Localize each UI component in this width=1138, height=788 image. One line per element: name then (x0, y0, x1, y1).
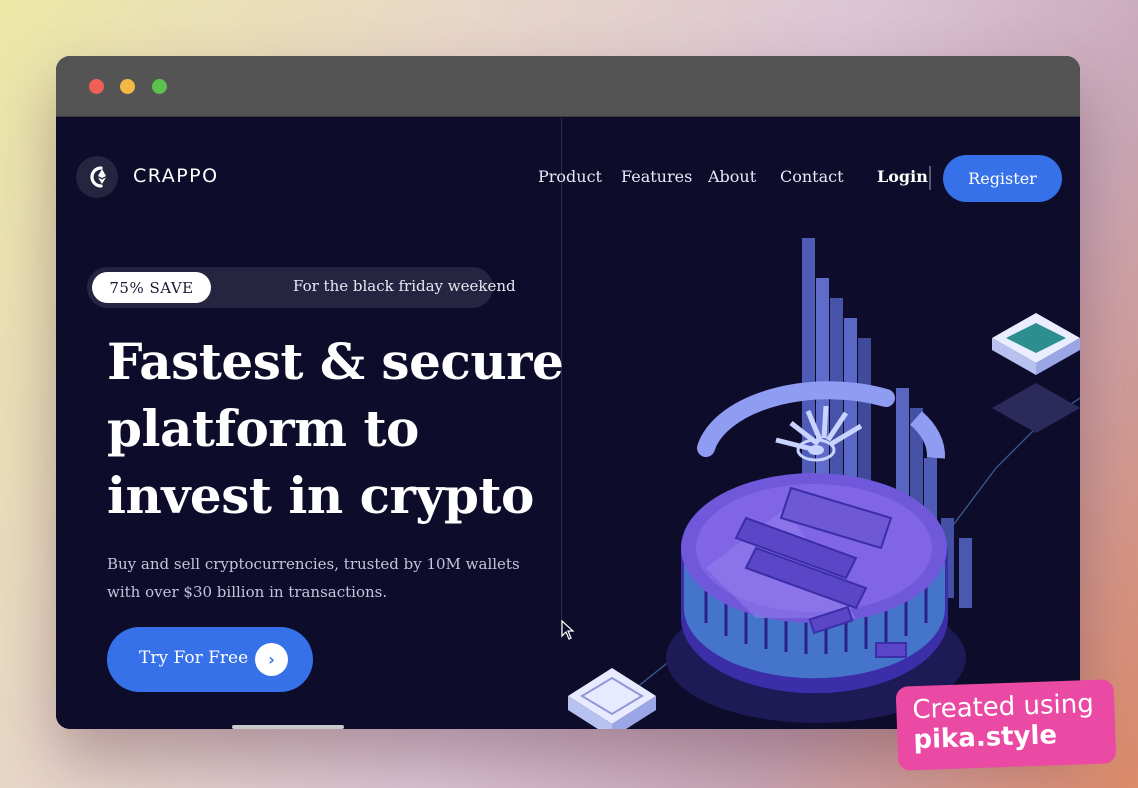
cta-label: Try For Free (139, 648, 249, 668)
window-titlebar (56, 56, 1080, 117)
nav-contact-link[interactable]: Contact (780, 167, 844, 186)
watermark-line-2: pika.style (912, 720, 1058, 756)
hero-title-line-3: invest in crypto (107, 466, 534, 525)
pika-watermark: Created using pika.style (895, 679, 1117, 771)
hero-title-line-1: Fastest & secure (107, 332, 564, 391)
crappo-logo-icon[interactable] (76, 156, 118, 198)
hero-subtitle: Buy and sell cryptocurrencies, trusted b… (107, 555, 520, 601)
hero-title-line-2: platform to (107, 399, 419, 458)
hero-title: Fastest & secure platform to invest in c… (107, 328, 564, 529)
chevron-right-icon: › (255, 643, 288, 676)
brand-name[interactable]: CRAPPO (133, 165, 219, 187)
promo-text: For the black friday weekend (293, 277, 516, 295)
nav-features-link[interactable]: Features (621, 167, 692, 186)
nav-divider (929, 166, 931, 190)
browser-window: CRAPPO Product Features About Contact Lo… (56, 56, 1080, 729)
nav-about-link[interactable]: About (708, 167, 756, 186)
nav-product-link[interactable]: Product (538, 167, 602, 186)
register-button[interactable]: Register (943, 155, 1062, 202)
horizontal-scrollbar[interactable] (232, 725, 344, 729)
promo-badge: 75% SAVE (92, 272, 211, 303)
landing-page: CRAPPO Product Features About Contact Lo… (56, 118, 1080, 729)
promo-banner[interactable]: 75% SAVE For the black friday weekend (87, 267, 516, 308)
close-window-button[interactable] (89, 79, 104, 94)
maximize-window-button[interactable] (152, 79, 167, 94)
login-link[interactable]: Login (877, 167, 928, 186)
try-for-free-button[interactable]: Try For Free › (107, 627, 313, 692)
bitcoin-coin-illustration (568, 238, 1080, 729)
minimize-window-button[interactable] (120, 79, 135, 94)
